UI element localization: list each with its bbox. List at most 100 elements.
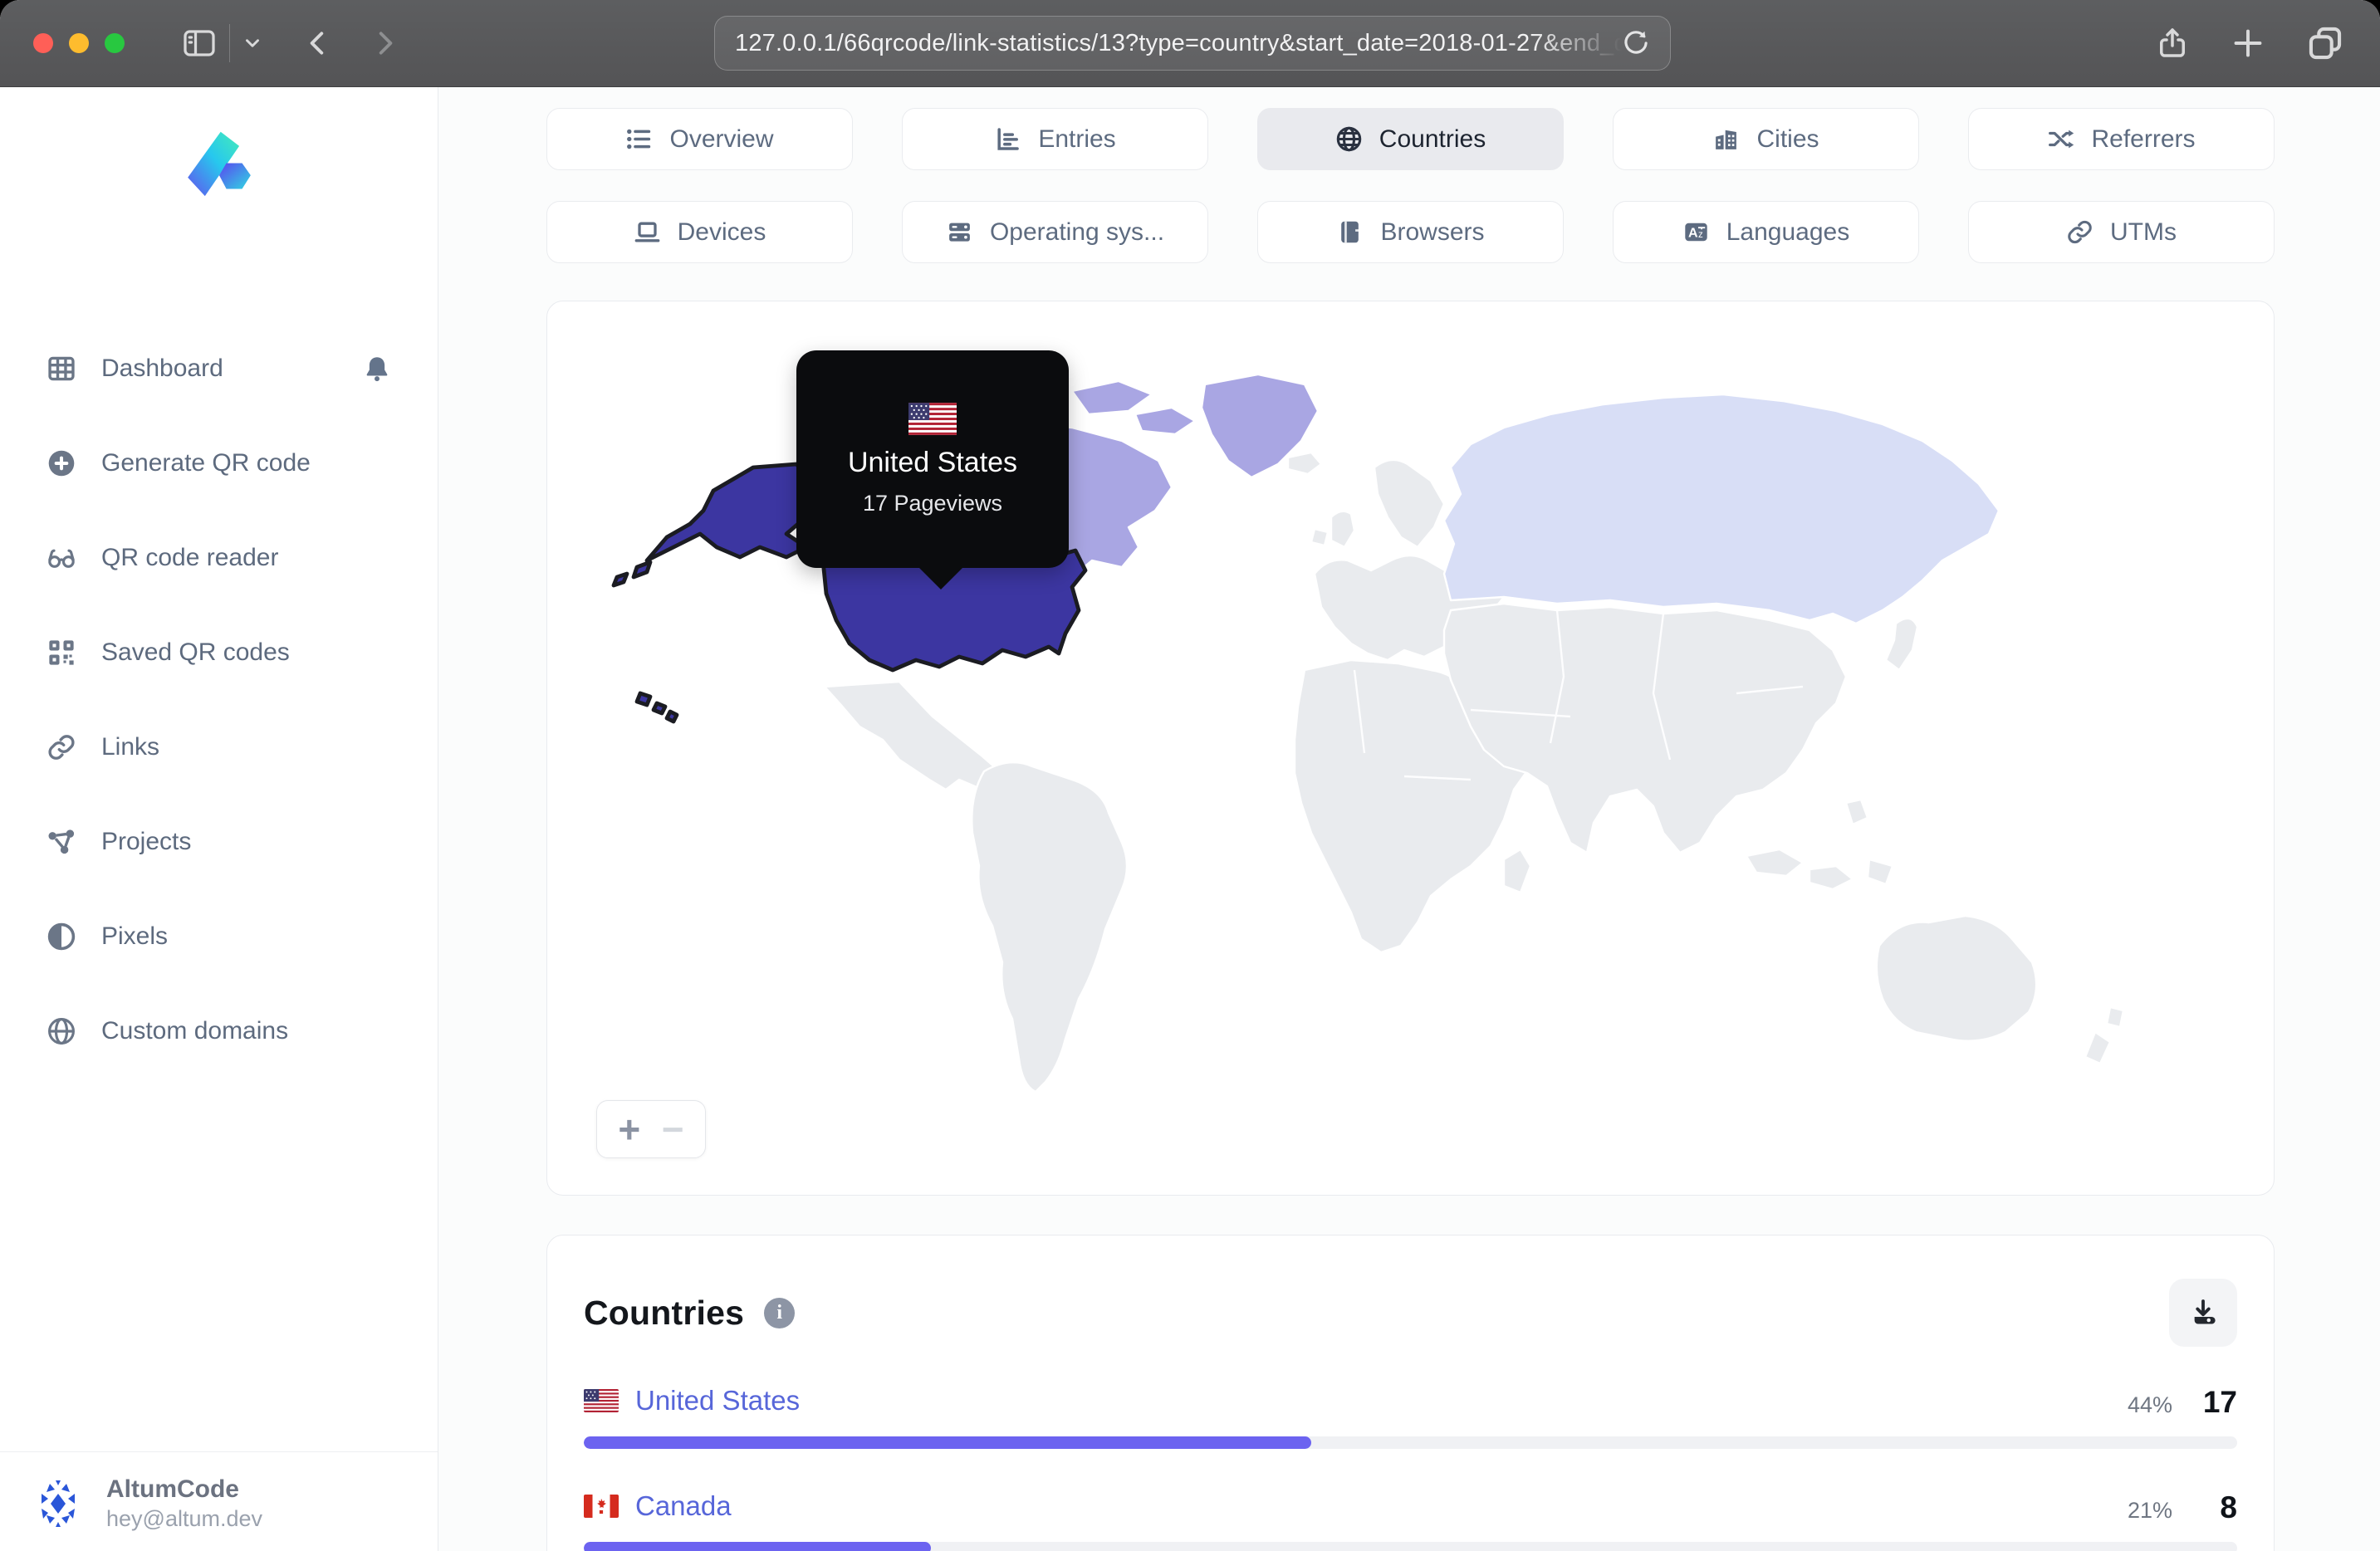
info-icon[interactable]: i bbox=[764, 1297, 796, 1328]
map-alaska bbox=[644, 462, 819, 563]
sidebar-item-label: Generate QR code bbox=[101, 449, 311, 477]
tab-label: UTMs bbox=[2110, 218, 2177, 246]
sidebar-item-label: QR code reader bbox=[101, 544, 279, 571]
map-japan bbox=[1884, 617, 1919, 672]
country-link[interactable]: Canada bbox=[635, 1490, 732, 1522]
map-mexico bbox=[823, 680, 1011, 791]
shuffle-icon bbox=[2047, 125, 2074, 153]
country-link[interactable]: United States bbox=[635, 1385, 800, 1416]
new-tab-icon[interactable] bbox=[2231, 26, 2265, 61]
sidebar-nav: Dashboard Generate QR code QR code reade… bbox=[0, 321, 438, 1079]
bell-icon[interactable] bbox=[363, 355, 391, 383]
sidebar-toggle-icon[interactable] bbox=[181, 27, 218, 60]
country-percent: 21% bbox=[2127, 1498, 2172, 1523]
tab-overview-icon[interactable] bbox=[2307, 25, 2343, 61]
zoom-window-button[interactable] bbox=[105, 33, 125, 53]
progress-bar bbox=[584, 1542, 2237, 1551]
back-button[interactable] bbox=[303, 27, 331, 60]
browser-toolbar: 127.0.0.1/66qrcode/link-statistics/13?ty… bbox=[0, 0, 2380, 87]
tab-devices[interactable]: Devices bbox=[546, 201, 853, 263]
traffic-lights bbox=[33, 33, 125, 53]
sidebar-item-label: Saved QR codes bbox=[101, 639, 290, 666]
sidebar: Dashboard Generate QR code QR code reade… bbox=[0, 87, 438, 1551]
country-percent: 44% bbox=[2127, 1392, 2172, 1417]
tab-label: Entries bbox=[1038, 125, 1116, 153]
country-count: 8 bbox=[2220, 1490, 2237, 1524]
sidebar-item-label: Projects bbox=[101, 828, 192, 855]
share-icon[interactable] bbox=[2156, 25, 2189, 61]
tab-countries[interactable]: Countries bbox=[1257, 108, 1564, 170]
tab-label: Overview bbox=[669, 125, 774, 153]
canada-flag-icon bbox=[584, 1495, 619, 1518]
close-window-button[interactable] bbox=[33, 33, 53, 53]
chevron-down-icon[interactable] bbox=[242, 32, 263, 54]
tooltip-pageviews: 17 Pageviews bbox=[862, 490, 1003, 516]
reload-icon[interactable] bbox=[1622, 29, 1650, 57]
browser-icon bbox=[1336, 218, 1364, 246]
map-uk bbox=[1330, 510, 1356, 549]
map-australia bbox=[1875, 914, 2038, 1042]
tab-browsers[interactable]: Browsers bbox=[1257, 201, 1564, 263]
map-indonesia bbox=[1745, 848, 1805, 878]
tab-referrers[interactable]: Referrers bbox=[1968, 108, 2275, 170]
map-ireland bbox=[1310, 527, 1330, 547]
tab-operating-systems[interactable]: Operating sys... bbox=[902, 201, 1208, 263]
half-circle-icon bbox=[47, 922, 76, 952]
sidebar-item-label: Custom domains bbox=[101, 1017, 289, 1045]
tab-label: Browsers bbox=[1380, 218, 1485, 246]
share-nodes-icon bbox=[47, 827, 76, 857]
map-new-guinea bbox=[1866, 858, 1894, 886]
sidebar-item-label: Dashboard bbox=[101, 355, 223, 382]
map-new-zealand bbox=[2084, 1005, 2125, 1065]
zoom-out-button[interactable]: − bbox=[662, 1110, 684, 1148]
altumcode-logo bbox=[187, 131, 251, 197]
url-text: 127.0.0.1/66qrcode/link-statistics/13?ty… bbox=[735, 29, 1622, 56]
tab-overview[interactable]: Overview bbox=[546, 108, 853, 170]
sidebar-item-label: Pixels bbox=[101, 922, 169, 950]
map-arctic-islands bbox=[1070, 379, 1197, 436]
user-name: AltumCode bbox=[106, 1475, 239, 1503]
country-row: Canada 21% 8 bbox=[584, 1490, 2237, 1551]
tab-label: Countries bbox=[1379, 125, 1486, 153]
stats-tabs: Overview Entries Countries Cities Referr… bbox=[546, 108, 2275, 263]
sidebar-item-projects[interactable]: Projects bbox=[0, 795, 438, 889]
sidebar-item-links[interactable]: Links bbox=[0, 700, 438, 795]
countries-card: Countries i United States 44% 17 Canada … bbox=[546, 1235, 2275, 1551]
country-count: 17 bbox=[2202, 1385, 2237, 1419]
zoom-in-button[interactable]: + bbox=[618, 1110, 640, 1148]
forward-button[interactable] bbox=[371, 27, 399, 60]
globe-icon bbox=[47, 1016, 76, 1046]
globe-icon bbox=[1335, 125, 1363, 153]
tab-label: Devices bbox=[677, 218, 766, 246]
divider bbox=[229, 24, 230, 62]
grid-icon bbox=[47, 354, 76, 384]
sidebar-item-custom-domains[interactable]: Custom domains bbox=[0, 984, 438, 1079]
map-iceland bbox=[1286, 451, 1323, 476]
download-button[interactable] bbox=[2169, 1279, 2237, 1347]
sidebar-item-dashboard[interactable]: Dashboard bbox=[0, 321, 438, 416]
laptop-icon bbox=[634, 218, 661, 246]
sidebar-item-qr-reader[interactable]: QR code reader bbox=[0, 511, 438, 605]
minimize-window-button[interactable] bbox=[69, 33, 89, 53]
tab-entries[interactable]: Entries bbox=[902, 108, 1208, 170]
map-tooltip: United States 17 Pageviews bbox=[796, 350, 1069, 590]
map-madagascar bbox=[1502, 848, 1532, 894]
sidebar-item-label: Links bbox=[101, 733, 160, 761]
user-footer[interactable]: AltumCode hey@altum.dev bbox=[0, 1451, 438, 1551]
tab-label: Referrers bbox=[2091, 125, 2196, 153]
sidebar-item-saved-qr[interactable]: Saved QR codes bbox=[0, 605, 438, 700]
map-philippines bbox=[1844, 798, 1869, 826]
tab-label: Operating sys... bbox=[989, 218, 1165, 246]
tab-cities[interactable]: Cities bbox=[1613, 108, 1919, 170]
link-icon bbox=[2066, 218, 2094, 246]
server-icon bbox=[946, 218, 973, 246]
sidebar-item-pixels[interactable]: Pixels bbox=[0, 889, 438, 984]
us-flag-icon bbox=[584, 1389, 619, 1412]
link-icon bbox=[47, 732, 76, 762]
tab-utms[interactable]: UTMs bbox=[1968, 201, 2275, 263]
user-email: hey@altum.dev bbox=[106, 1505, 262, 1531]
tab-languages[interactable]: Az Languages bbox=[1613, 201, 1919, 263]
sidebar-item-generate-qr[interactable]: Generate QR code bbox=[0, 416, 438, 511]
address-bar[interactable]: 127.0.0.1/66qrcode/link-statistics/13?ty… bbox=[714, 16, 1671, 71]
map-aleutians bbox=[611, 560, 653, 588]
